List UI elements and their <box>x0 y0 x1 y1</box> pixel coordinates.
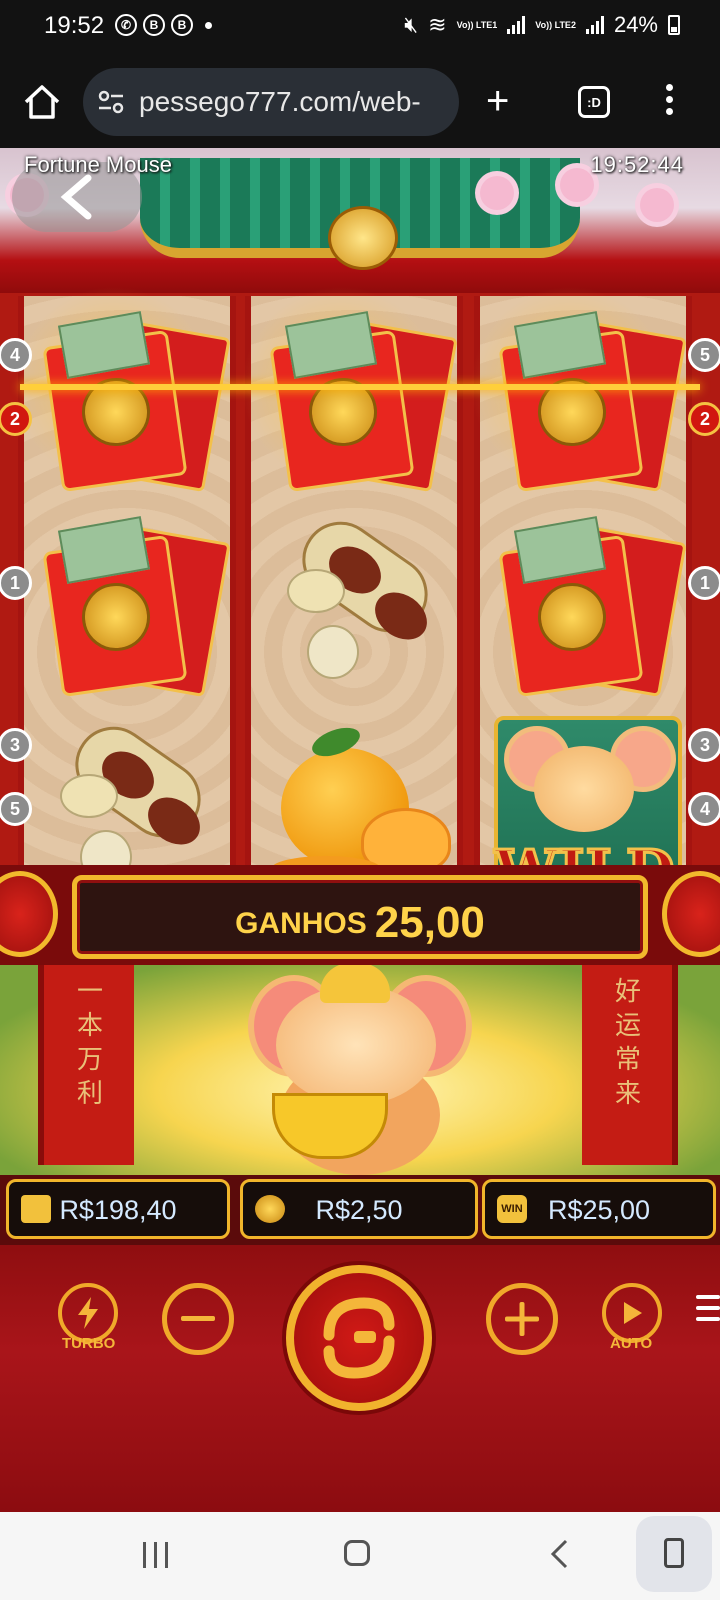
new-tab-icon[interactable]: + <box>486 81 509 121</box>
mouse-mascot-icon <box>276 985 436 1105</box>
turbo-button[interactable] <box>58 1283 118 1343</box>
pillar-right-text: 好运常来 <box>614 977 641 1109</box>
whatsapp-icon: ✆ <box>115 14 137 36</box>
mouse-emblem-icon <box>328 206 398 270</box>
win-bar: GANHOS 25,00 <box>0 865 720 965</box>
status-right: 🔇︎ ≋ Vo)) LTE1 Vo)) LTE2 24% <box>404 12 680 38</box>
line-badge-right: 5 <box>688 338 720 372</box>
rotate-screen-button[interactable] <box>636 1516 712 1592</box>
blossom-icon <box>560 168 594 202</box>
b-icon: B <box>143 14 165 36</box>
turbo-label: TURBO <box>62 1335 116 1352</box>
mascot-scene: 一本万利 好运常来 <box>0 965 720 1175</box>
auto-label: AUTO <box>610 1335 653 1352</box>
address-bar[interactable]: pessego777.com/web- <box>83 68 459 136</box>
balance-bar: R$198,40 R$2,50 WIN R$25,00 <box>0 1175 720 1245</box>
win-panel: GANHOS 25,00 <box>72 875 648 959</box>
status-time: 19:52 <box>44 12 105 39</box>
spin-icon <box>323 1297 395 1379</box>
play-icon <box>624 1302 642 1324</box>
knot-icon <box>662 871 720 957</box>
balance-value: R$198,40 <box>59 1195 177 1225</box>
game-area[interactable]: Fortune Mouse 19:52:44 4 2 1 3 5 5 2 1 3… <box>0 148 720 1512</box>
url-text[interactable]: pessego777.com/web- <box>139 86 449 118</box>
browser-toolbar: pessego777.com/web- + :D <box>0 56 720 148</box>
bet-value: R$2,50 <box>315 1195 403 1225</box>
b-icon: B <box>171 14 193 36</box>
game-clock: 19:52:44 <box>590 152 684 177</box>
win-value: R$25,00 <box>547 1195 651 1225</box>
signal-icon <box>585 16 604 34</box>
symbol-peanut <box>251 501 457 706</box>
increase-bet-button[interactable] <box>486 1283 558 1355</box>
battery-icon <box>668 15 680 35</box>
win-display: GANHOS 25,00 <box>77 898 643 948</box>
pillar-right: 好运常来 <box>582 965 678 1165</box>
site-settings-icon[interactable] <box>97 90 125 114</box>
back-arrow-icon <box>60 174 92 220</box>
pillar-left-text: 一本万利 <box>76 977 103 1109</box>
menu-icon[interactable] <box>696 1295 720 1328</box>
battery-percent: 24% <box>613 12 658 37</box>
tab-switcher-button[interactable]: :D <box>578 86 610 118</box>
symbol-red-envelope <box>24 501 231 706</box>
back-button-icon[interactable] <box>548 1538 570 1570</box>
home-button[interactable] <box>344 1540 370 1566</box>
signal-icon <box>507 16 526 34</box>
line-badge-right: 4 <box>688 792 720 826</box>
lte2-label: Vo)) LTE2 <box>535 19 576 30</box>
knot-icon <box>0 871 58 957</box>
win-line-2 <box>20 384 700 390</box>
system-nav-bar <box>0 1512 720 1600</box>
bet-box: R$2,50 <box>240 1179 478 1239</box>
spin-button[interactable] <box>286 1265 432 1411</box>
line-badge-right: 3 <box>688 728 720 762</box>
game-title: Fortune Mouse <box>24 152 172 177</box>
symbol-red-envelope <box>241 286 458 501</box>
plus-icon <box>505 1302 539 1336</box>
recents-button[interactable] <box>143 1542 168 1568</box>
blossom-icon <box>480 176 514 210</box>
line-badge-right: 2 <box>688 402 720 436</box>
auto-button[interactable] <box>602 1283 662 1343</box>
win-label: GANHOS <box>235 907 367 940</box>
notification-icons: ✆ B B <box>115 14 212 36</box>
balance-box: R$198,40 <box>6 1179 230 1239</box>
dot-icon <box>205 22 212 29</box>
mute-icon: 🔇︎ <box>404 12 419 37</box>
rotate-icon <box>664 1538 684 1568</box>
mouse-hat-icon <box>320 965 390 1003</box>
minus-icon <box>181 1316 215 1321</box>
symbol-red-envelope <box>470 286 687 501</box>
more-menu-icon[interactable] <box>664 84 674 120</box>
win-amount: 25,00 <box>374 898 485 947</box>
lte1-label: Vo)) LTE1 <box>456 19 498 30</box>
pillar-left: 一本万利 <box>38 965 134 1165</box>
status-bar: 19:52 ✆ B B 🔇︎ ≋ Vo)) LTE1 Vo)) LTE2 24% <box>0 0 720 56</box>
controls-panel: TURBO AUTO <box>0 1245 720 1512</box>
home-icon[interactable] <box>22 82 62 122</box>
decrease-bet-button[interactable] <box>162 1283 234 1355</box>
win-box: WIN R$25,00 <box>482 1179 716 1239</box>
line-badge-right: 1 <box>688 566 720 600</box>
lightning-icon <box>78 1297 98 1329</box>
symbol-red-envelope <box>480 501 687 706</box>
symbol-red-envelope <box>14 286 231 501</box>
blossom-icon <box>640 188 674 222</box>
wifi-icon: ≋ <box>428 12 447 37</box>
